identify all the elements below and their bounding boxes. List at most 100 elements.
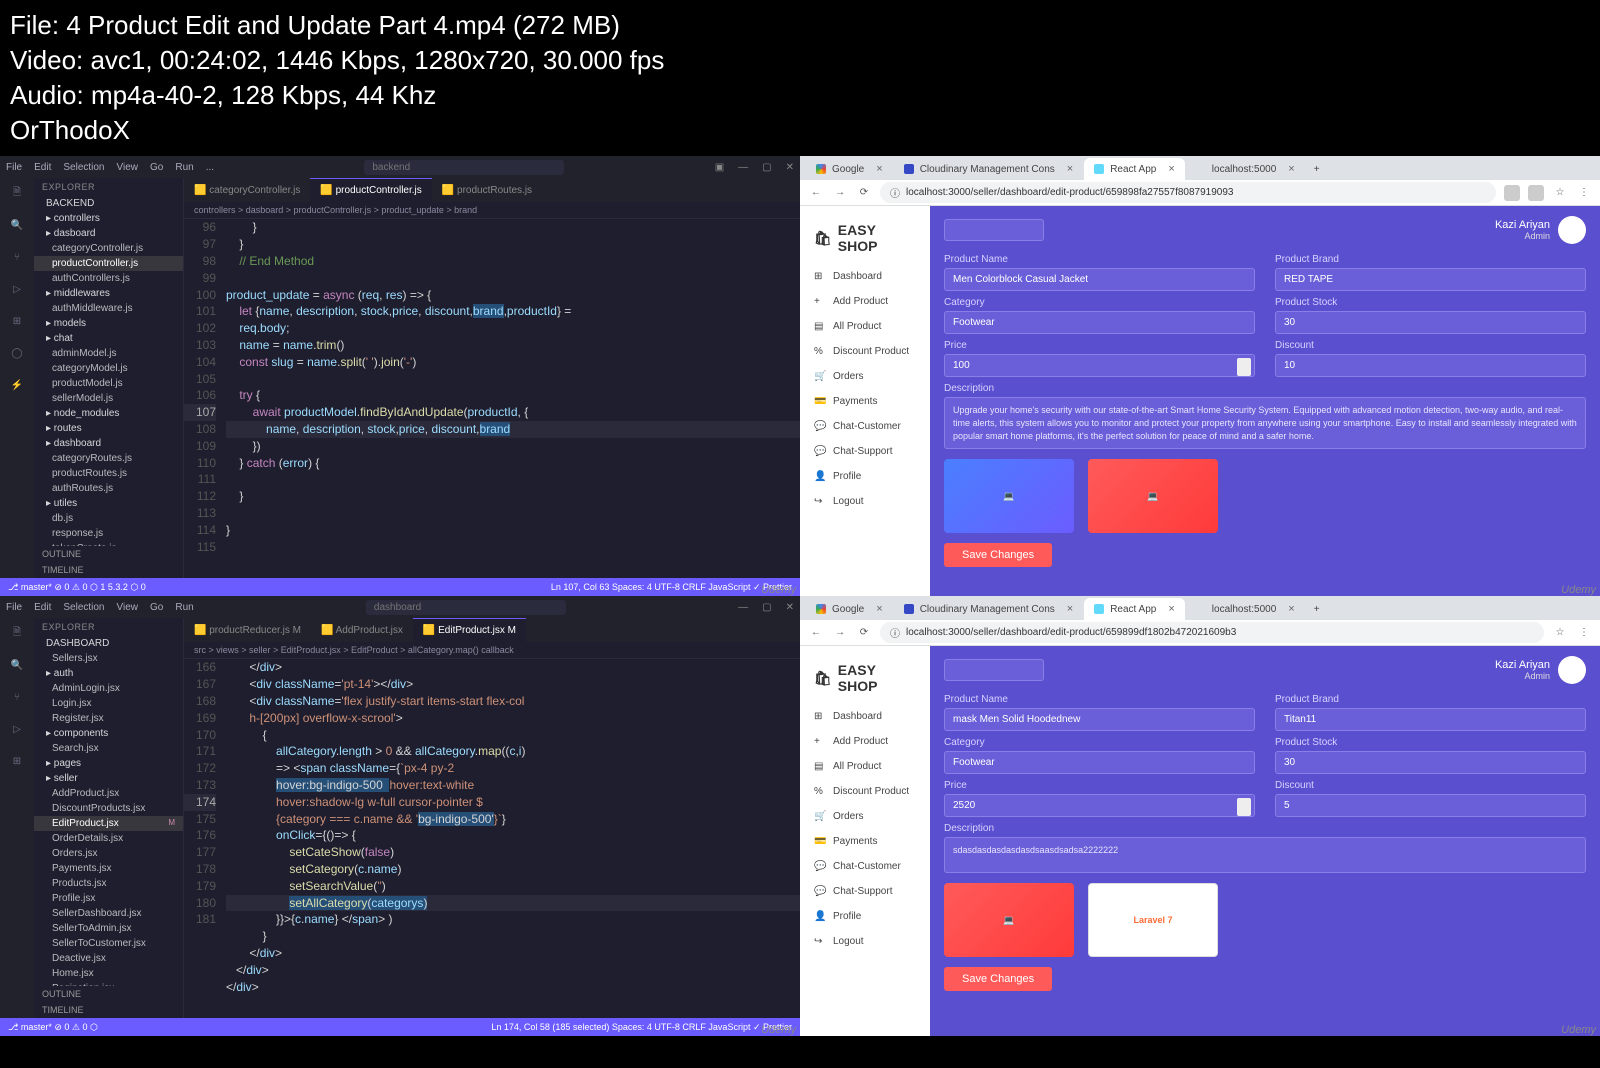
- editor-tab[interactable]: 🟨 productRoutes.js: [432, 178, 542, 202]
- menu-go[interactable]: Go: [150, 162, 163, 173]
- tree-item[interactable]: sellerModel.js: [34, 391, 183, 406]
- tree-item[interactable]: ▸ controllers: [34, 211, 183, 226]
- tree-item[interactable]: ▸ middlewares: [34, 286, 183, 301]
- forward-icon[interactable]: →: [832, 627, 848, 638]
- flash-icon[interactable]: ⚡: [8, 376, 26, 394]
- menu-selection[interactable]: Selection: [63, 602, 104, 613]
- tree-item[interactable]: EditProduct.jsx: [34, 816, 183, 831]
- extensions-icon[interactable]: ⊞: [8, 312, 26, 330]
- extension-icon[interactable]: [1504, 185, 1520, 201]
- nav-link-chat-customer[interactable]: 💬Chat-Customer: [800, 854, 930, 879]
- statusbar-left[interactable]: ⎇ master* ⊘ 0 ⚠ 0 ⬡ 1 5.3.2 ⬡ 0: [8, 582, 146, 593]
- close-tab-icon[interactable]: ×: [1288, 603, 1294, 615]
- browser-tab[interactable]: Cloudinary Management Cons×: [894, 158, 1084, 180]
- nav-link-orders[interactable]: 🛒Orders: [800, 804, 930, 829]
- new-tab-button[interactable]: +: [1306, 598, 1328, 620]
- back-icon[interactable]: ←: [808, 627, 824, 638]
- tree-item[interactable]: authRoutes.js: [34, 481, 183, 496]
- close-icon[interactable]: ✕: [786, 602, 794, 613]
- nav-link-chat-customer[interactable]: 💬Chat-Customer: [800, 414, 930, 439]
- discount-input[interactable]: [1275, 354, 1586, 377]
- tree-item[interactable]: authControllers.js: [34, 271, 183, 286]
- save-button[interactable]: Save Changes: [944, 967, 1052, 991]
- minimize-icon[interactable]: —: [738, 162, 748, 173]
- nav-link-all-product[interactable]: ▤All Product: [800, 314, 930, 339]
- browser-tab[interactable]: Google×: [806, 158, 893, 180]
- star-icon[interactable]: ☆: [1552, 627, 1568, 638]
- avatar[interactable]: [1558, 656, 1586, 684]
- outline-section[interactable]: OUTLINE: [34, 986, 183, 1002]
- statusbar-right[interactable]: Ln 174, Col 58 (185 selected) Spaces: 4 …: [491, 1022, 792, 1033]
- number-stepper-icon[interactable]: [1237, 358, 1251, 376]
- code-editor[interactable]: } } // End Method product_update = async…: [226, 219, 800, 578]
- tree-item[interactable]: Orders.jsx: [34, 846, 183, 861]
- tree-item[interactable]: adminModel.js: [34, 346, 183, 361]
- statusbar-left[interactable]: ⎇ master* ⊘ 0 ⚠ 0 ⬡: [8, 1022, 98, 1033]
- tree-item[interactable]: ▸ routes: [34, 421, 183, 436]
- project-root[interactable]: DASHBOARD: [34, 636, 183, 651]
- tree-item[interactable]: authMiddleware.js: [34, 301, 183, 316]
- nav-link-dashboard[interactable]: ⊞Dashboard: [800, 264, 930, 289]
- tree-item[interactable]: ▸ auth: [34, 666, 183, 681]
- editor-tab[interactable]: 🟨 AddProduct.jsx: [311, 618, 413, 642]
- code-editor[interactable]: </div> <div className='pt-14'></div> <di…: [226, 659, 800, 1018]
- search-box[interactable]: [944, 219, 1044, 241]
- editor-tab[interactable]: 🟨 EditProduct.jsx M: [413, 618, 526, 642]
- nav-link-add-product[interactable]: +Add Product: [800, 729, 930, 754]
- browser-tab[interactable]: Cloudinary Management Cons×: [894, 598, 1084, 620]
- tree-item[interactable]: categoryController.js: [34, 241, 183, 256]
- maximize-icon[interactable]: ▢: [762, 602, 771, 613]
- reload-icon[interactable]: ⟳: [856, 627, 872, 638]
- tree-item[interactable]: Profile.jsx: [34, 891, 183, 906]
- save-button[interactable]: Save Changes: [944, 543, 1052, 567]
- circle-icon[interactable]: ◯: [8, 344, 26, 362]
- close-tab-icon[interactable]: ×: [1168, 163, 1174, 175]
- product-brand-input[interactable]: [1275, 268, 1586, 291]
- stock-input[interactable]: [1275, 751, 1586, 774]
- search-icon[interactable]: 🔍: [8, 216, 26, 234]
- tree-item[interactable]: ▸ dashboard: [34, 436, 183, 451]
- timeline-section[interactable]: TIMELINE: [34, 562, 183, 578]
- forward-icon[interactable]: →: [832, 187, 848, 198]
- tree-item[interactable]: response.js: [34, 526, 183, 541]
- tree-item[interactable]: ▸ components: [34, 726, 183, 741]
- debug-icon[interactable]: ▷: [8, 720, 26, 738]
- nav-link-payments[interactable]: 💳Payments: [800, 829, 930, 854]
- price-input[interactable]: [944, 354, 1255, 377]
- outline-section[interactable]: OUTLINE: [34, 546, 183, 562]
- tree-item[interactable]: ▸ pages: [34, 756, 183, 771]
- close-tab-icon[interactable]: ×: [876, 163, 882, 175]
- statusbar-right[interactable]: Ln 107, Col 63 Spaces: 4 UTF-8 CRLF Java…: [551, 582, 792, 593]
- command-search[interactable]: [364, 160, 564, 175]
- nav-link-all-product[interactable]: ▤All Product: [800, 754, 930, 779]
- tree-item[interactable]: categoryModel.js: [34, 361, 183, 376]
- layout-icon[interactable]: ▣: [715, 162, 724, 173]
- tree-item[interactable]: OrderDetails.jsx: [34, 831, 183, 846]
- tree-item[interactable]: SellerToAdmin.jsx: [34, 921, 183, 936]
- menu-edit[interactable]: Edit: [34, 602, 51, 613]
- scm-icon[interactable]: ⑂: [8, 248, 26, 266]
- browser-tab[interactable]: Google×: [806, 598, 893, 620]
- tree-item[interactable]: ▸ node_modules: [34, 406, 183, 421]
- close-tab-icon[interactable]: ×: [1168, 603, 1174, 615]
- menu-icon[interactable]: ⋮: [1576, 627, 1592, 638]
- breadcrumb[interactable]: controllers > dasboard > productControll…: [184, 202, 800, 219]
- nav-link-chat-support[interactable]: 💬Chat-Support: [800, 879, 930, 904]
- menu-go[interactable]: Go: [150, 602, 163, 613]
- nav-link-add-product[interactable]: +Add Product: [800, 289, 930, 314]
- url-input[interactable]: ⓘlocalhost:3000/seller/dashboard/edit-pr…: [880, 182, 1496, 203]
- category-input[interactable]: [944, 751, 1255, 774]
- browser-tab[interactable]: localhost:5000×: [1186, 598, 1305, 620]
- product-image-2[interactable]: 💻: [1088, 459, 1218, 533]
- editor-tab[interactable]: 🟨 productReducer.js M: [184, 618, 311, 642]
- reload-icon[interactable]: ⟳: [856, 187, 872, 198]
- debug-icon[interactable]: ▷: [8, 280, 26, 298]
- close-tab-icon[interactable]: ×: [876, 603, 882, 615]
- nav-link-orders[interactable]: 🛒Orders: [800, 364, 930, 389]
- nav-link-profile[interactable]: 👤Profile: [800, 464, 930, 489]
- discount-input[interactable]: [1275, 794, 1586, 817]
- tree-item[interactable]: productController.js: [34, 256, 183, 271]
- tree-item[interactable]: categoryRoutes.js: [34, 451, 183, 466]
- menu-selection[interactable]: Selection: [63, 162, 104, 173]
- tree-item[interactable]: DiscountProducts.jsx: [34, 801, 183, 816]
